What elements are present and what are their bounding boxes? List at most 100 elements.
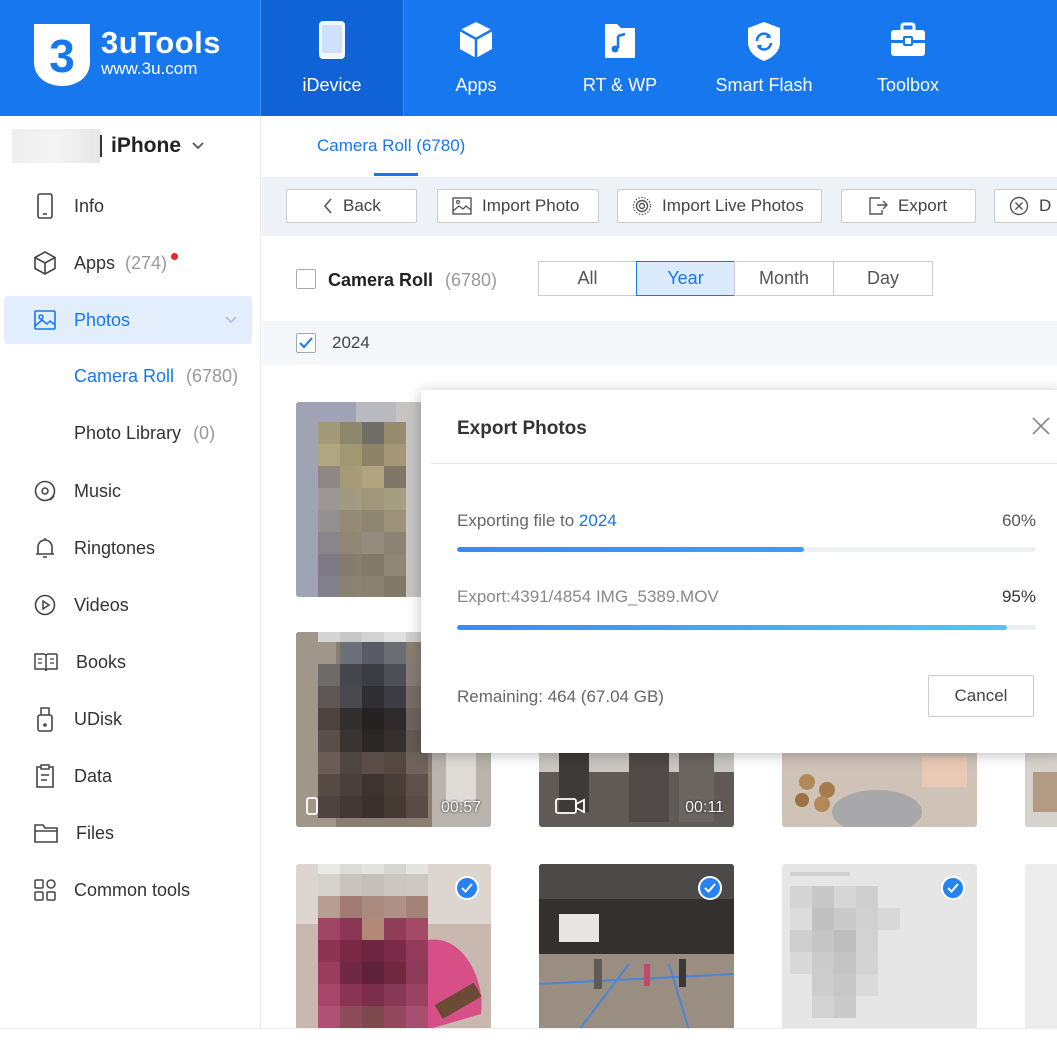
sidebar-item-photos[interactable]: Photos: [4, 296, 252, 344]
sidebar-item-common-tools[interactable]: Common tools: [4, 866, 252, 914]
segment-month[interactable]: Month: [734, 261, 834, 296]
nav-toolbox-label: Toolbox: [876, 75, 940, 95]
nav-apps[interactable]: Apps: [404, 0, 548, 116]
brand-name: 3uTools: [101, 25, 222, 60]
segment-year[interactable]: Year: [636, 261, 735, 296]
selected-check-icon[interactable]: [698, 876, 722, 900]
nav-toolbox[interactable]: Toolbox: [836, 0, 980, 116]
export-dialog: Export Photos Exporting file to 2024 60%…: [421, 390, 1057, 753]
dialog-title: Export Photos: [457, 418, 587, 439]
sidebar-item-udisk[interactable]: UDisk: [4, 695, 252, 743]
sidebar-item-ringtones[interactable]: Ringtones: [4, 524, 252, 572]
selected-check-icon[interactable]: [455, 876, 479, 900]
music-file-icon: [605, 24, 635, 58]
overall-percent: 60%: [1001, 511, 1036, 530]
sidebar-item-label: Ringtones: [74, 537, 156, 558]
notification-dot: [171, 252, 179, 260]
svg-text:3: 3: [49, 30, 75, 82]
close-icon[interactable]: [1031, 416, 1051, 436]
photo-thumb[interactable]: [1025, 864, 1057, 1030]
toolbox-icon: [891, 22, 925, 56]
sidebar-item-label: Files: [76, 822, 115, 843]
camera-roll-count: (6780): [445, 270, 498, 290]
photo-thumb[interactable]: [296, 864, 491, 1030]
disc-icon: [34, 480, 56, 502]
sidebar-item-videos[interactable]: Videos: [4, 581, 252, 629]
selected-check-icon[interactable]: [941, 876, 965, 900]
sidebar-item-label: UDisk: [74, 708, 122, 729]
sidebar-item-apps[interactable]: Apps (274): [4, 239, 252, 287]
book-icon: [34, 653, 58, 672]
brand: 3uTools www.3u.com: [101, 26, 221, 79]
sidebar-item-music[interactable]: Music: [4, 467, 252, 515]
photo-thumb[interactable]: [539, 864, 734, 1030]
overall-progress-bar: [457, 547, 1036, 552]
sidebar-sub-count: (6780): [186, 365, 239, 386]
chevron-down-icon: [191, 138, 205, 154]
segment-day[interactable]: Day: [833, 261, 933, 296]
cancel-button[interactable]: Cancel: [928, 675, 1034, 717]
nav-idevice[interactable]: iDevice: [260, 0, 404, 116]
check-icon: [299, 337, 313, 349]
export-button[interactable]: Export: [841, 189, 976, 223]
file-percent: 95%: [1001, 587, 1036, 606]
sidebar: iPhone Info Apps (274) Photos Camera Rol…: [0, 116, 261, 1044]
year-checkbox[interactable]: [296, 333, 316, 353]
export-target-text: Exporting file to 2024: [457, 511, 617, 530]
sidebar-sub-photo-library[interactable]: Photo Library (0): [74, 413, 215, 453]
delete-button[interactable]: D: [994, 189, 1057, 223]
sidebar-item-label: Photos: [74, 309, 131, 330]
tab-camera-roll[interactable]: Camera Roll (6780): [317, 136, 465, 156]
brand-url: www.3u.com: [101, 59, 198, 78]
sidebar-item-books[interactable]: Books: [4, 638, 252, 686]
sidebar-item-label: Info: [74, 195, 105, 216]
year-label: 2024: [332, 333, 370, 352]
cube-icon: [459, 22, 493, 58]
export-target-link[interactable]: 2024: [579, 511, 617, 530]
tab-bar: Camera Roll (6780): [262, 116, 1057, 178]
grid-icon: [34, 879, 56, 901]
sidebar-sub-label: Photo Library: [74, 422, 182, 443]
device-name: iPhone: [111, 134, 182, 157]
top-bar: 3 3uTools www.3u.com iDevice Apps RT & W…: [0, 0, 1057, 116]
import-live-photos-button[interactable]: Import Live Photos: [617, 189, 822, 223]
sidebar-item-data[interactable]: Data: [4, 752, 252, 800]
export-file-text: Export:4391/4854 IMG_5389.MOV: [457, 587, 719, 606]
import-image-icon: [452, 197, 472, 215]
nav-apps-label: Apps: [455, 75, 497, 95]
nav-idevice-label: iDevice: [302, 75, 362, 95]
play-circle-icon: [34, 594, 56, 616]
select-all-checkbox[interactable]: [296, 269, 316, 289]
live-photo-icon: [632, 196, 652, 216]
sidebar-item-files[interactable]: Files: [4, 809, 252, 857]
sidebar-item-info[interactable]: Info: [4, 182, 252, 230]
import-photo-button[interactable]: Import Photo: [437, 189, 599, 223]
photo-thumb[interactable]: [782, 864, 977, 1030]
3utools-logo: 3: [34, 24, 90, 86]
filter-row: Camera Roll (6780) All Year Month Day: [262, 237, 1057, 321]
sidebar-item-label: Books: [76, 651, 127, 672]
nav-rt-wp[interactable]: RT & WP: [548, 0, 692, 116]
export-icon: [869, 197, 888, 215]
segment-all[interactable]: All: [538, 261, 637, 296]
sidebar-item-label: Apps: [74, 252, 116, 273]
phone-outline-icon: [37, 193, 53, 219]
sidebar-item-label: Common tools: [74, 879, 191, 900]
close-circle-icon: [1009, 196, 1029, 216]
remaining-text: Remaining: 464 (67.04 GB): [457, 687, 664, 706]
file-progress-bar: [457, 625, 1036, 630]
folder-icon: [34, 824, 58, 843]
apps-count: (274): [125, 252, 168, 273]
sidebar-sub-camera-roll[interactable]: Camera Roll (6780): [74, 356, 238, 396]
video-duration: 00:57: [440, 799, 481, 816]
device-selector[interactable]: iPhone: [12, 128, 205, 164]
file-progress-fill: [457, 625, 1008, 630]
back-button[interactable]: Back: [286, 189, 417, 223]
nav-rt-wp-label: RT & WP: [582, 75, 658, 95]
shield-refresh-icon: [748, 22, 780, 61]
sidebar-item-label: Music: [74, 480, 122, 501]
phone-icon: [319, 21, 345, 59]
overall-progress-fill: [457, 547, 805, 552]
nav-smart-flash-label: Smart Flash: [715, 75, 813, 95]
nav-smart-flash[interactable]: Smart Flash: [692, 0, 836, 116]
